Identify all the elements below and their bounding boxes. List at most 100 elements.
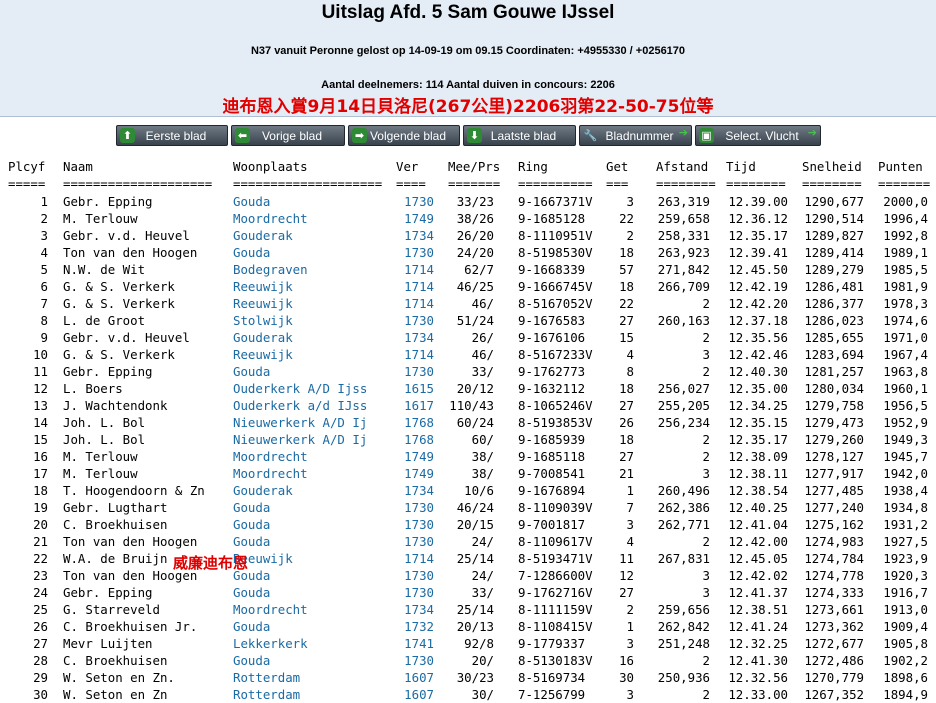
table-cell: 8-5169734 bbox=[518, 670, 586, 685]
table-cell: 1730 bbox=[404, 500, 434, 515]
table-cell: 12 bbox=[619, 568, 634, 583]
table-cell: 26 bbox=[619, 415, 634, 430]
table-cell: 2 bbox=[702, 330, 710, 345]
table-cell: 20/12 bbox=[456, 381, 494, 396]
table-cell: 1768 bbox=[404, 415, 434, 430]
page-number-button[interactable]: 🔧 Bladnummer ➔ bbox=[579, 125, 692, 146]
table-row: 5 N.W. de Wit Bodegraven 1714 62/7 9-1668339 5… bbox=[0, 261, 936, 278]
table-cell: 51/24 bbox=[456, 313, 494, 328]
table-cell: M. Terlouw bbox=[63, 466, 138, 481]
table-header-row: Plcyf Naam Woonplaats Ver Mee/Prs Ring Get Afst… bbox=[0, 158, 936, 175]
table-cell: G. & S. Verkerk bbox=[63, 279, 175, 294]
table-cell: 1270,779 bbox=[804, 670, 864, 685]
table-cell: 1942,0 bbox=[883, 466, 928, 481]
table-row: 23 Ton van den Hoogen Gouda 1730 24/7-128660… bbox=[0, 567, 936, 584]
table-cell: 20/ bbox=[471, 653, 494, 668]
chevron-right-icon: ➔ bbox=[678, 126, 688, 139]
table-cell: 1730 bbox=[404, 517, 434, 532]
table-cell: 8-5167233V bbox=[518, 347, 593, 362]
table-row: 4 Ton van den Hoogen Gouda 1730 24/20 8-51985… bbox=[0, 244, 936, 261]
down-arrow-icon: ⬇ bbox=[467, 128, 482, 143]
table-cell: Rotterdam bbox=[233, 670, 301, 685]
table-cell: 1963,8 bbox=[883, 364, 928, 379]
table-cell: 2 bbox=[702, 432, 710, 447]
table-cell: 1949,3 bbox=[883, 432, 928, 447]
column-header: Plcyf bbox=[8, 159, 46, 174]
table-cell: 8 bbox=[626, 364, 634, 379]
table-cell: 258,331 bbox=[657, 228, 710, 243]
table-cell: 11 bbox=[619, 551, 634, 566]
table-cell: 10/6 bbox=[464, 483, 494, 498]
table-cell: Gebr. Epping bbox=[63, 364, 153, 379]
table-cell: 9-1779337 bbox=[518, 636, 586, 651]
table-cell: 8-5198530V bbox=[518, 245, 593, 260]
table-cell: 46/25 bbox=[456, 279, 494, 294]
table-cell: Ton van den Hoogen bbox=[63, 534, 198, 549]
table-cell: 1275,162 bbox=[804, 517, 864, 532]
table-cell: 1734 bbox=[404, 330, 434, 345]
table-cell: 1927,5 bbox=[883, 534, 928, 549]
select-flight-label: Select. Vlucht bbox=[725, 129, 799, 143]
table-cell: Gebr. v.d. Heuvel bbox=[63, 330, 190, 345]
column-header: ===== bbox=[8, 176, 46, 191]
table-cell: 1274,778 bbox=[804, 568, 864, 583]
table-cell: 8-1109039V bbox=[518, 500, 593, 515]
table-cell: 1945,7 bbox=[883, 449, 928, 464]
last-page-button[interactable]: ⬇ Laatste blad bbox=[463, 125, 576, 146]
table-cell: 1 bbox=[40, 194, 48, 209]
table-cell: 60/ bbox=[471, 432, 494, 447]
table-row: 16 M. Terlouw Moordrecht 1749 38/9-1685118 27… bbox=[0, 448, 936, 465]
table-row: 28 C. Broekhuisen Gouda 1730 20/8-5130183V 16… bbox=[0, 652, 936, 669]
table-cell: Reeuwijk bbox=[233, 279, 293, 294]
table-cell: Gebr. Epping bbox=[63, 194, 153, 209]
table-cell: 1730 bbox=[404, 313, 434, 328]
previous-page-button[interactable]: ⬅ Vorige blad bbox=[231, 125, 345, 146]
save-icon: ▣ bbox=[699, 128, 714, 143]
table-cell: 3 bbox=[40, 228, 48, 243]
table-cell: Reeuwijk bbox=[233, 347, 293, 362]
table-cell: Ouderkerk A/D Ijss bbox=[233, 381, 368, 396]
table-cell: 12.45.05 bbox=[728, 551, 788, 566]
right-arrow-icon: ➡ bbox=[352, 128, 367, 143]
table-cell: 1920,3 bbox=[883, 568, 928, 583]
table-cell: 3 bbox=[702, 347, 710, 362]
table-cell: 263,319 bbox=[657, 194, 710, 209]
table-cell: 12.38.54 bbox=[728, 483, 788, 498]
table-cell: L. Boers bbox=[63, 381, 123, 396]
table-cell: 18 bbox=[619, 245, 634, 260]
table-cell: 1916,7 bbox=[883, 585, 928, 600]
column-header: ======= bbox=[448, 176, 501, 191]
table-cell: Joh. L. Bol bbox=[63, 415, 146, 430]
table-cell: W. Seton en Zn bbox=[63, 687, 168, 702]
table-cell: 1714 bbox=[404, 296, 434, 311]
table-cell: 7-1256799 bbox=[518, 687, 586, 702]
chinese-caption: 迪布恩入賞9月14日貝洛尼(267公里)2206羽第22-50-75位等 bbox=[222, 97, 714, 117]
up-arrow-icon: ⬆ bbox=[120, 128, 135, 143]
table-cell: 12.32.56 bbox=[728, 670, 788, 685]
table-cell: 1283,694 bbox=[804, 347, 864, 362]
table-cell: Rotterdam bbox=[233, 687, 301, 702]
first-page-button[interactable]: ⬆ Eerste blad bbox=[116, 125, 228, 146]
table-cell: 5 bbox=[40, 262, 48, 277]
table-cell: 25/14 bbox=[456, 602, 494, 617]
column-header: Snelheid bbox=[802, 159, 862, 174]
table-cell: 9-1666745V bbox=[518, 279, 593, 294]
table-cell: Gouda bbox=[233, 568, 271, 583]
table-cell: 2 bbox=[702, 296, 710, 311]
next-page-button[interactable]: ➡ Volgende blad bbox=[348, 125, 460, 146]
column-header: ==================== bbox=[63, 176, 213, 191]
table-cell: 3 bbox=[702, 568, 710, 583]
table-cell: 1749 bbox=[404, 211, 434, 226]
table-cell: 9-1667371V bbox=[518, 194, 593, 209]
select-flight-button[interactable]: ▣ Select. Vlucht ➔ bbox=[695, 125, 821, 146]
table-cell: Gouderak bbox=[233, 483, 293, 498]
table-cell: M. Terlouw bbox=[63, 211, 138, 226]
table-cell: 9-1676583 bbox=[518, 313, 586, 328]
table-cell: 3 bbox=[702, 585, 710, 600]
table-cell: 1277,917 bbox=[804, 466, 864, 481]
table-cell: Moordrecht bbox=[233, 602, 308, 617]
column-header: ======= bbox=[878, 176, 931, 191]
table-cell: 1730 bbox=[404, 245, 434, 260]
table-cell: 28 bbox=[33, 653, 48, 668]
table-cell: 20 bbox=[33, 517, 48, 532]
